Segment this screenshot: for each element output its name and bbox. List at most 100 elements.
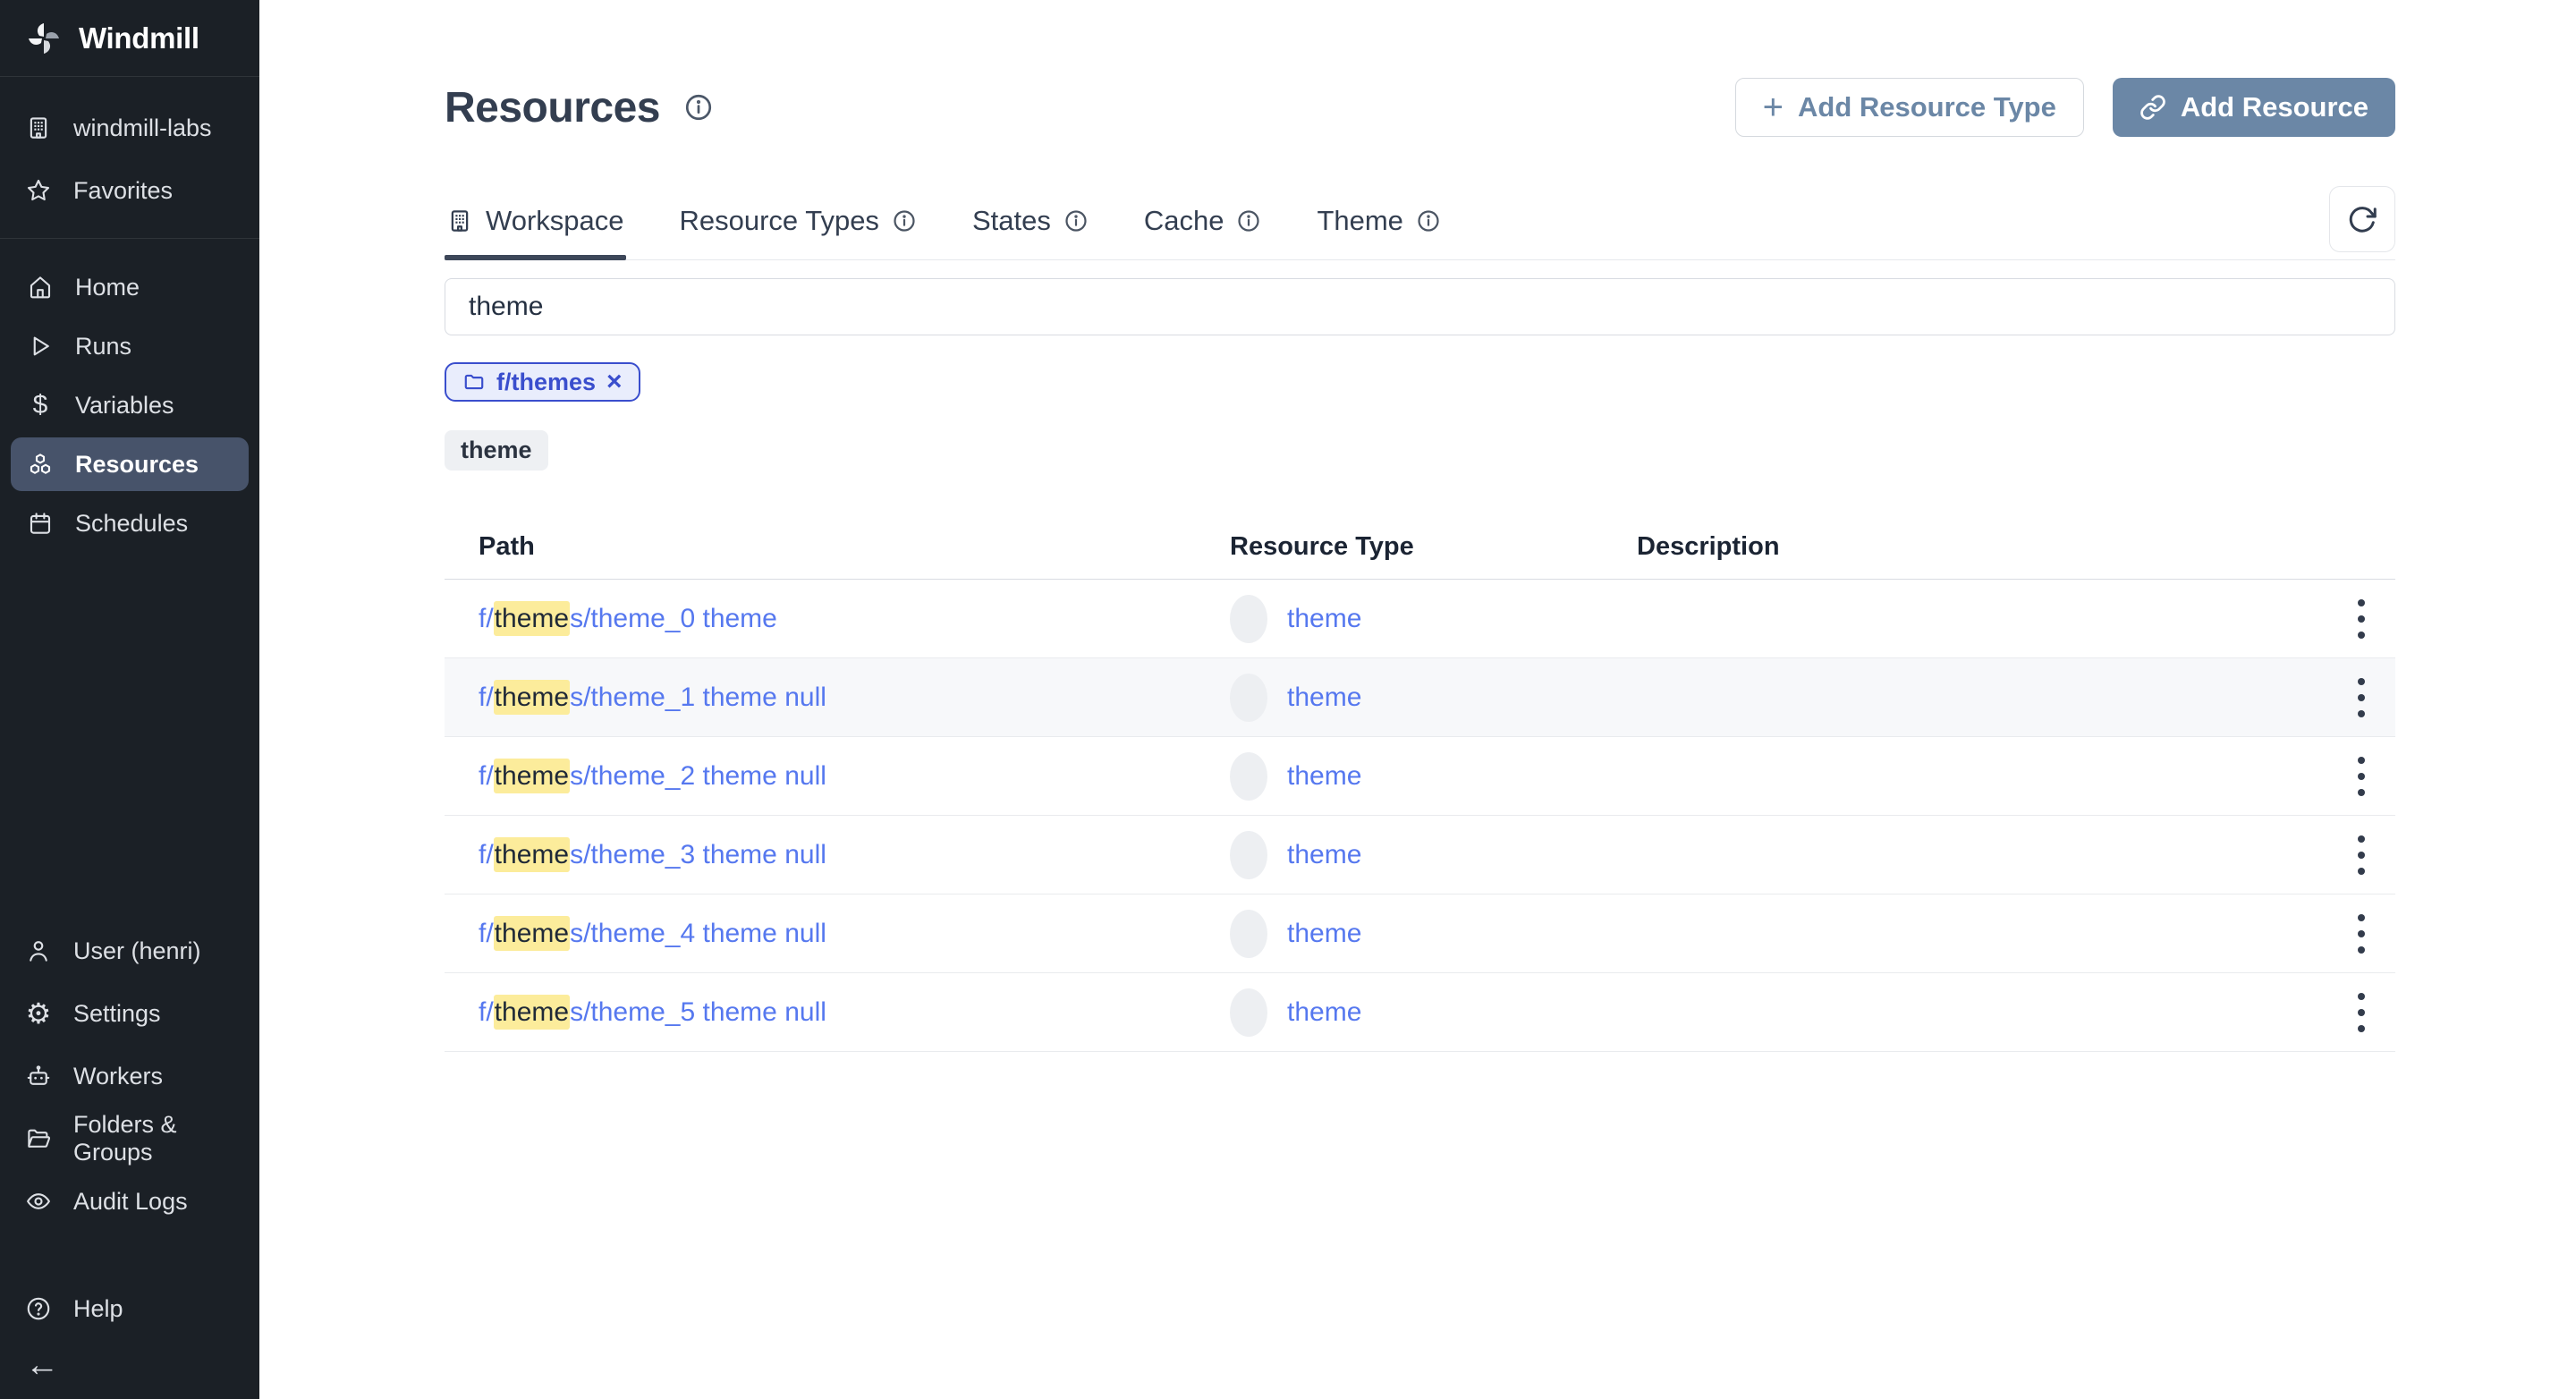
sidebar-item-audit-logs[interactable]: Audit Logs bbox=[0, 1170, 259, 1233]
star-icon bbox=[25, 177, 52, 204]
sidebar-item-workers[interactable]: Workers bbox=[0, 1045, 259, 1107]
sidebar-item-label: Favorites bbox=[73, 176, 174, 204]
resource-path-link[interactable]: f/themes/theme_1 theme null bbox=[479, 679, 826, 715]
kebab-menu-icon[interactable] bbox=[2351, 986, 2372, 1039]
folder-filter-chip[interactable]: f/themes × bbox=[445, 362, 640, 402]
collapse-sidebar-arrow-icon[interactable]: ← bbox=[25, 1348, 59, 1382]
tab-label: Theme bbox=[1317, 205, 1403, 236]
resource-type-link[interactable]: theme bbox=[1287, 761, 1361, 792]
windmill-logo-icon bbox=[25, 20, 63, 57]
tab-bar: Workspace Resource Types States Cache Th… bbox=[445, 182, 2395, 260]
resource-path-link[interactable]: f/themes/theme_2 theme null bbox=[479, 758, 826, 793]
table-row[interactable]: f/themes/theme_1 theme null theme bbox=[445, 658, 2395, 737]
sidebar-main-nav: Home Runs $ Variables Resources Schedule… bbox=[0, 239, 259, 555]
sidebar-item-help[interactable]: Help bbox=[0, 1277, 259, 1340]
main-content: Resources + Add Resource Type Add Resour… bbox=[259, 0, 2576, 1399]
sidebar-item-label: Runs bbox=[75, 332, 132, 360]
link-icon bbox=[2140, 94, 2166, 121]
resources-table: Path Resource Type Description f/themes/… bbox=[445, 515, 2395, 1052]
resource-path-link[interactable]: f/themes/theme_0 theme bbox=[479, 600, 777, 636]
column-header-description: Description bbox=[1637, 532, 1780, 561]
resource-type-avatar bbox=[1230, 830, 1267, 879]
resource-type-link[interactable]: theme bbox=[1287, 997, 1361, 1028]
kebab-menu-icon[interactable] bbox=[2351, 592, 2372, 646]
eye-icon bbox=[25, 1188, 52, 1215]
info-icon bbox=[1416, 208, 1441, 233]
sidebar-item-favorites[interactable]: Favorites bbox=[0, 159, 259, 222]
sidebar-item-label: Home bbox=[75, 273, 140, 301]
sidebar-item-label: User (henri) bbox=[73, 937, 201, 964]
refresh-icon bbox=[2349, 207, 2377, 233]
resource-type-link[interactable]: theme bbox=[1287, 919, 1361, 949]
user-icon bbox=[25, 937, 52, 964]
search-highlight: theme bbox=[493, 836, 571, 872]
kebab-menu-icon[interactable] bbox=[2351, 907, 2372, 961]
kebab-menu-icon[interactable] bbox=[2351, 671, 2372, 725]
tab-workspace[interactable]: Workspace bbox=[445, 182, 626, 260]
chip-label: f/themes bbox=[496, 368, 597, 395]
resource-type-avatar bbox=[1230, 594, 1267, 643]
tag-theme: theme bbox=[445, 430, 548, 471]
table-row[interactable]: f/themes/theme_4 theme null theme bbox=[445, 895, 2395, 973]
tab-cache[interactable]: Cache bbox=[1142, 182, 1264, 259]
add-resource-button[interactable]: Add Resource bbox=[2112, 78, 2395, 137]
sidebar-item-resources[interactable]: Resources bbox=[11, 437, 249, 491]
tab-resource-types[interactable]: Resource Types bbox=[678, 182, 919, 259]
sidebar-item-label: Variables bbox=[75, 391, 174, 419]
close-icon[interactable]: × bbox=[606, 369, 623, 395]
resource-type-link[interactable]: theme bbox=[1287, 840, 1361, 870]
kebab-menu-icon[interactable] bbox=[2351, 828, 2372, 882]
resource-path-link[interactable]: f/themes/theme_5 theme null bbox=[479, 994, 826, 1030]
column-header-resource-type: Resource Type bbox=[1230, 532, 1414, 561]
sidebar-item-runs[interactable]: Runs bbox=[11, 319, 249, 373]
column-header-path: Path bbox=[479, 532, 535, 561]
search-highlight: theme bbox=[493, 600, 571, 636]
sidebar-item-schedules[interactable]: Schedules bbox=[11, 496, 249, 550]
sidebar-item-user[interactable]: User (henri) bbox=[0, 920, 259, 982]
add-resource-type-button[interactable]: + Add Resource Type bbox=[1734, 78, 2084, 137]
table-row[interactable]: f/themes/theme_3 theme null theme bbox=[445, 816, 2395, 895]
robot-icon bbox=[25, 1063, 52, 1090]
sidebar: Windmill windmill-labs Favorites Home Ru… bbox=[0, 0, 259, 1399]
table-row[interactable]: f/themes/theme_5 theme null theme bbox=[445, 973, 2395, 1052]
building-icon bbox=[446, 208, 473, 234]
dollar-icon: $ bbox=[32, 390, 48, 420]
resource-path-link[interactable]: f/themes/theme_4 theme null bbox=[479, 915, 826, 951]
tab-label: Workspace bbox=[486, 205, 624, 236]
sidebar-item-workspace[interactable]: windmill-labs bbox=[0, 97, 259, 159]
tab-states[interactable]: States bbox=[970, 182, 1090, 259]
search-input[interactable] bbox=[445, 278, 2395, 335]
sidebar-item-label: Folders & Groups bbox=[73, 1111, 177, 1166]
table-header: Path Resource Type Description bbox=[445, 515, 2395, 580]
info-icon[interactable] bbox=[683, 92, 714, 123]
calendar-icon bbox=[27, 510, 54, 537]
sidebar-item-folders-groups[interactable]: Folders & Groups bbox=[0, 1107, 259, 1170]
page-title: Resources bbox=[445, 83, 660, 131]
table-row[interactable]: f/themes/theme_0 theme theme bbox=[445, 580, 2395, 658]
sidebar-item-home[interactable]: Home bbox=[11, 260, 249, 314]
search-highlight: theme bbox=[493, 679, 571, 715]
brand-name: Windmill bbox=[79, 21, 199, 55]
search-highlight: theme bbox=[493, 915, 571, 951]
help-icon bbox=[25, 1295, 52, 1322]
resource-path-link[interactable]: f/themes/theme_3 theme null bbox=[479, 836, 826, 872]
resource-type-link[interactable]: theme bbox=[1287, 604, 1361, 634]
search-highlight: theme bbox=[493, 758, 571, 793]
table-row[interactable]: f/themes/theme_2 theme null theme bbox=[445, 737, 2395, 816]
sidebar-item-label: Workers bbox=[73, 1062, 164, 1090]
resource-type-avatar bbox=[1230, 909, 1267, 958]
gear-icon: ⚙ bbox=[25, 997, 52, 1030]
folder-icon bbox=[25, 1125, 52, 1152]
sidebar-item-settings[interactable]: ⚙ Settings bbox=[0, 982, 259, 1045]
tab-theme[interactable]: Theme bbox=[1315, 182, 1442, 259]
resource-type-link[interactable]: theme bbox=[1287, 683, 1361, 713]
sidebar-item-variables[interactable]: $ Variables bbox=[11, 378, 249, 432]
sidebar-item-label: Audit Logs bbox=[73, 1187, 188, 1215]
brand: Windmill bbox=[0, 0, 259, 77]
info-icon bbox=[1063, 208, 1089, 233]
home-icon bbox=[27, 274, 54, 301]
resource-type-avatar bbox=[1230, 751, 1267, 801]
kebab-menu-icon[interactable] bbox=[2351, 750, 2372, 803]
tab-label: Cache bbox=[1143, 205, 1224, 236]
refresh-button[interactable] bbox=[2329, 186, 2395, 252]
